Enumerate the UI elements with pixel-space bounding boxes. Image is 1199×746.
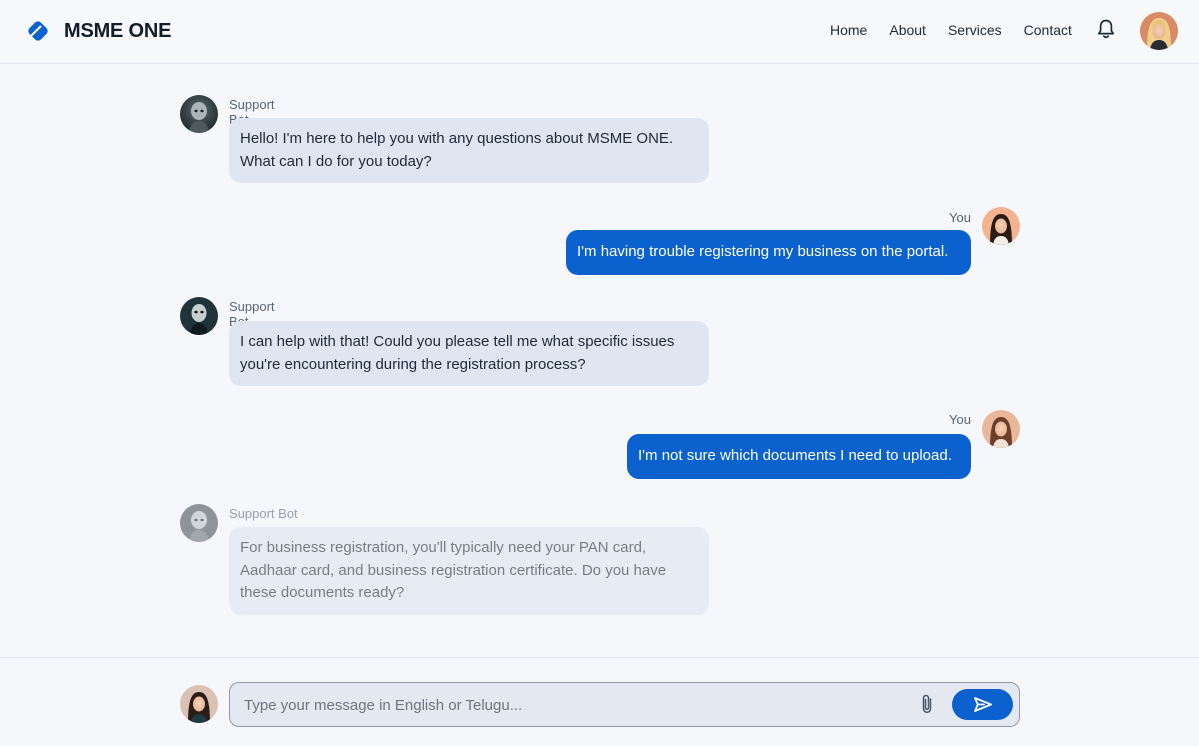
message-text-line: these documents ready? <box>240 584 405 601</box>
bot-message-bubble: For business registration, you'll typica… <box>229 527 709 615</box>
attach-button[interactable] <box>919 693 935 720</box>
message-text-line: Aadhaar card, and business registration … <box>240 561 667 579</box>
message-composer <box>0 657 1199 746</box>
bot-avatar <box>180 504 218 542</box>
composer-user-avatar <box>180 685 218 723</box>
message-bot-pending: Support Bot For business registration, y… <box>0 0 1199 746</box>
message-text-line: For business registration, you'll typica… <box>240 539 647 556</box>
message-input-container <box>229 682 1020 727</box>
paperclip-icon <box>922 694 932 714</box>
sender-name: Support Bot <box>229 506 298 521</box>
message-input[interactable] <box>244 694 904 716</box>
send-button[interactable] <box>952 689 1013 720</box>
send-icon <box>974 697 992 712</box>
